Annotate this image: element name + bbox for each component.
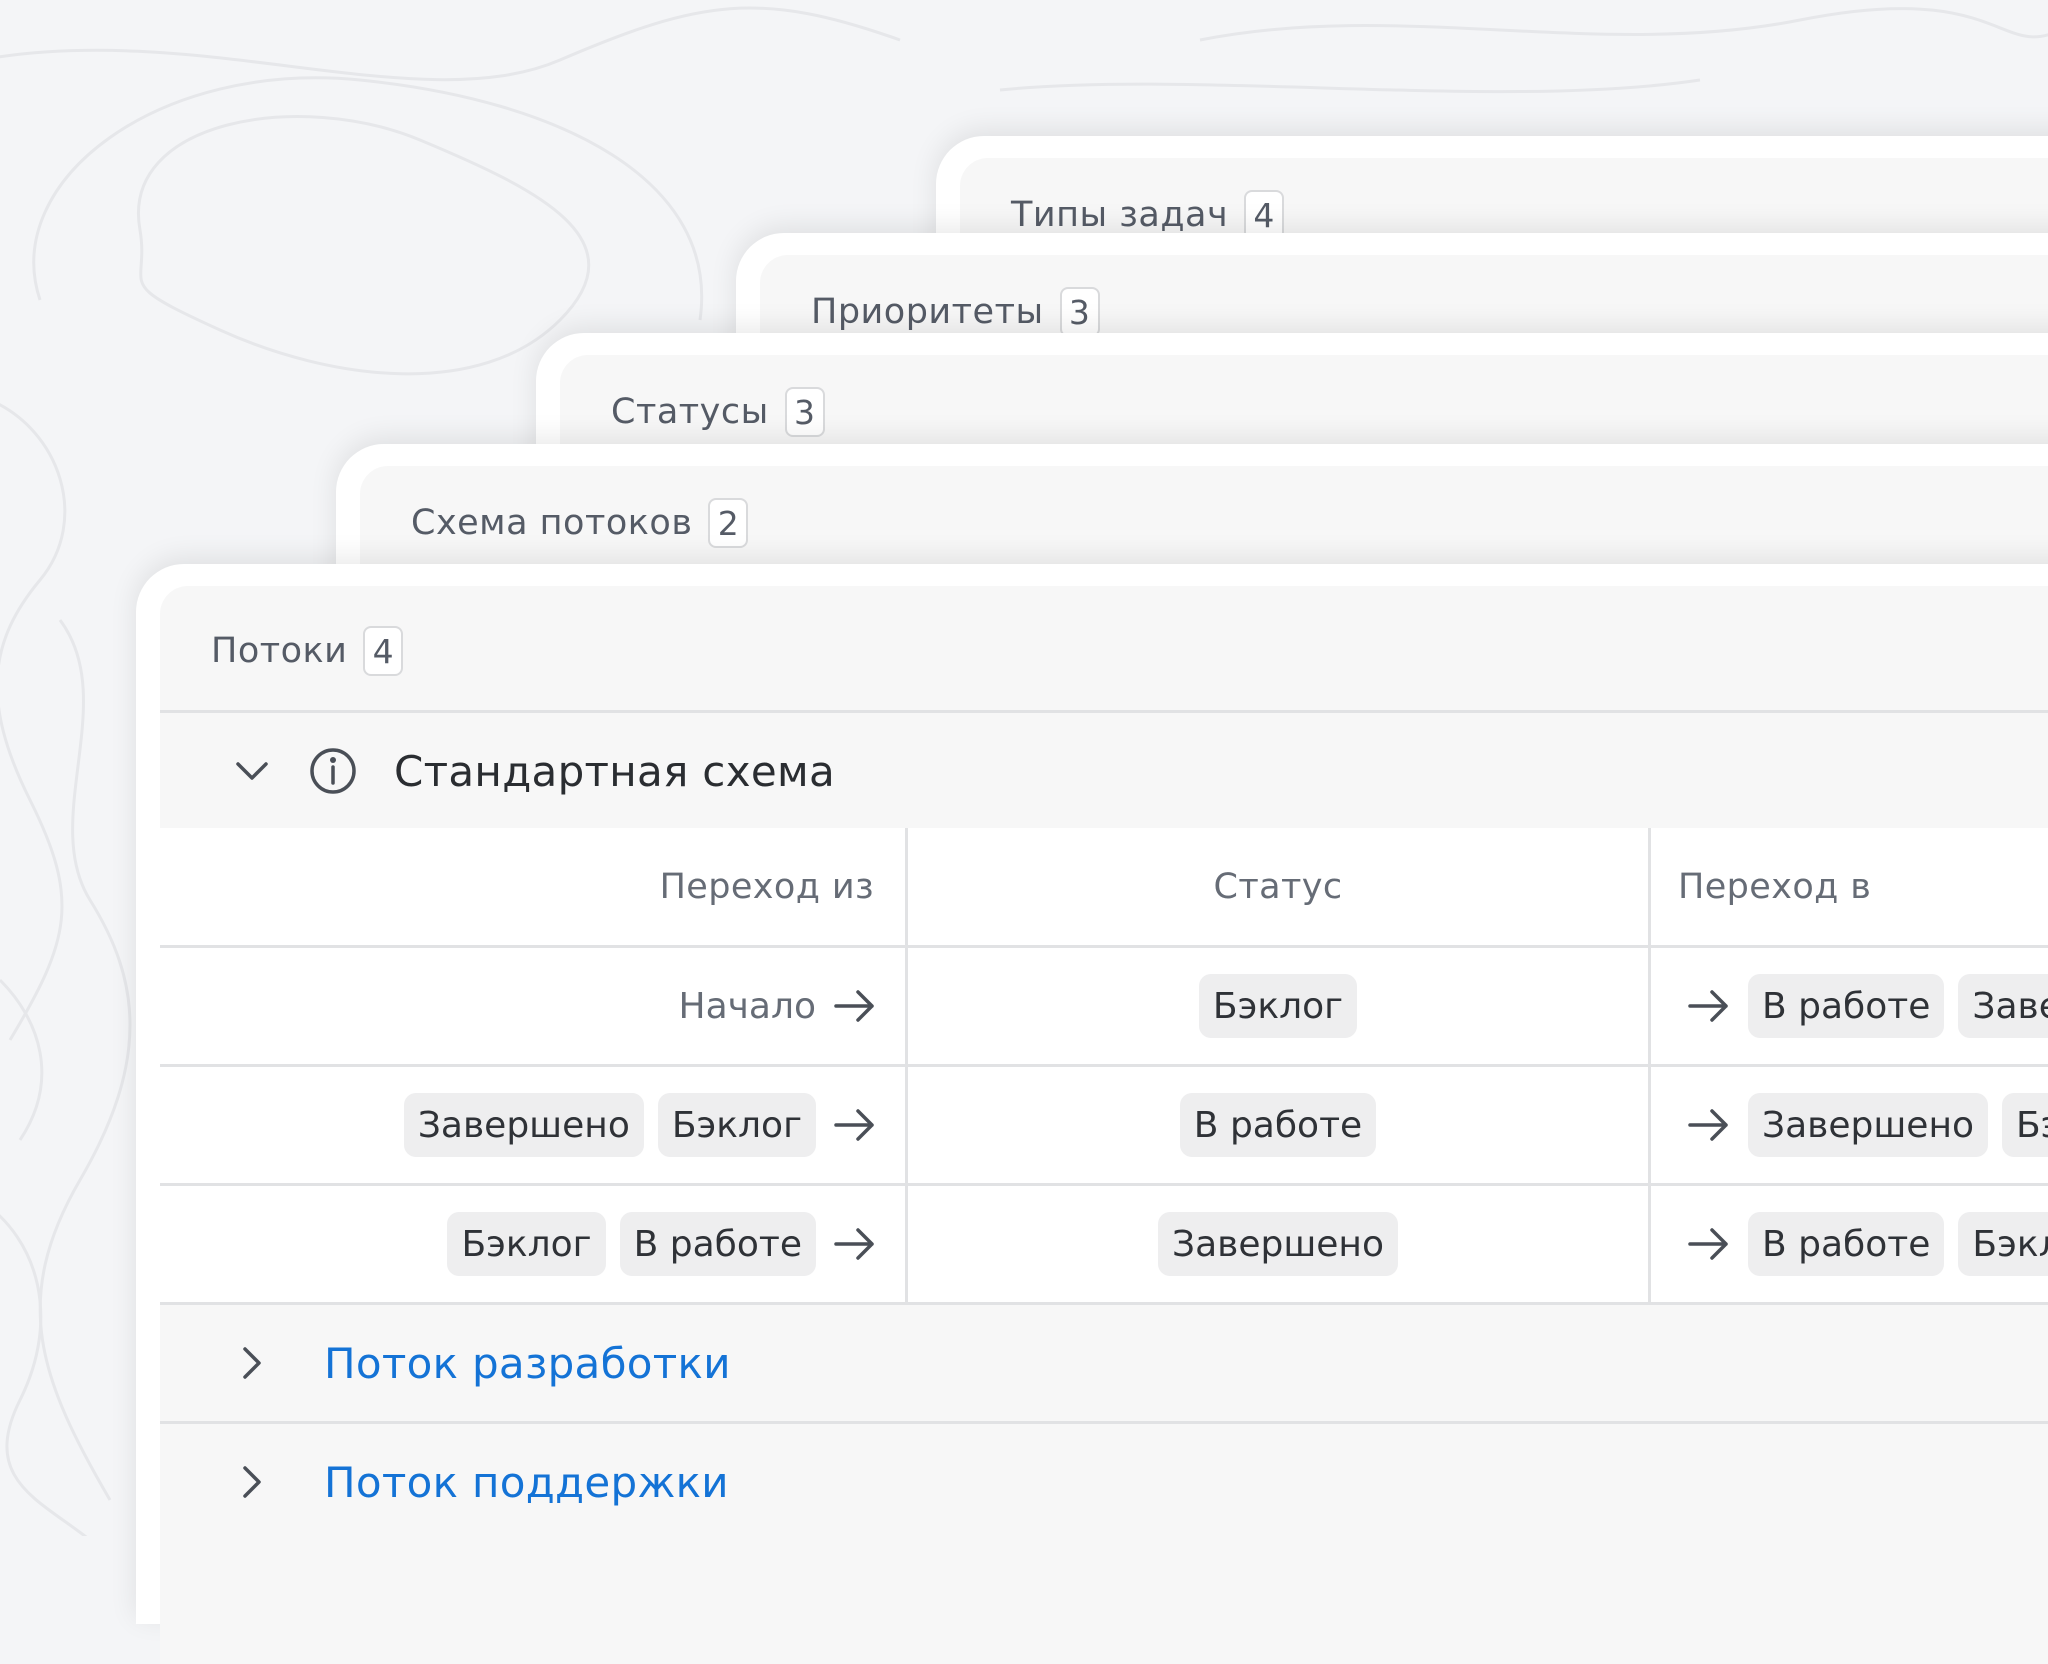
table-row-1-from: Начало <box>160 948 880 1064</box>
arrow-right-icon <box>1688 1109 1728 1141</box>
status-chip[interactable]: Бэклог <box>1198 974 1358 1038</box>
transitions-table: Переход из Статус Переход в Начало Бэкло… <box>160 828 2048 1305</box>
card-priorities-title: Приоритеты <box>811 292 1044 332</box>
card-priorities-count: 3 <box>1059 287 1100 337</box>
flow-section-standard-title: Стандартная схема <box>394 746 836 796</box>
column-header-status-label: Статус <box>1213 866 1343 907</box>
card-flows: Потоки 4 Стандартная схема Переход из Ст… <box>136 564 2048 1664</box>
transition-start-label: Начало <box>678 985 817 1027</box>
card-statuses-header[interactable]: Статусы 3 <box>611 387 825 437</box>
chevron-down-icon[interactable] <box>230 749 274 793</box>
status-chip[interactable]: Завершено <box>403 1093 644 1157</box>
flow-section-support[interactable]: Поток поддержки <box>160 1424 2048 1540</box>
chevron-right-icon[interactable] <box>230 1460 274 1504</box>
column-header-to-label: Переход в <box>1678 866 1872 907</box>
arrow-right-icon <box>1688 990 1728 1022</box>
status-chip[interactable]: Бэклог <box>657 1093 816 1157</box>
info-icon[interactable] <box>308 746 358 796</box>
card-flows-title: Потоки <box>211 631 348 671</box>
status-chip[interactable]: Бэклог <box>447 1212 606 1276</box>
status-chip[interactable]: В работе <box>1748 974 1945 1038</box>
card-flows-count: 4 <box>363 626 404 676</box>
column-header-from: Переход из <box>160 828 874 945</box>
status-chip[interactable]: В работе <box>1748 1212 1945 1276</box>
table-row-2-to: Завершено Бэ <box>1684 1067 2048 1183</box>
flow-section-support-title[interactable]: Поток поддержки <box>324 1458 729 1507</box>
column-header-status: Статус <box>908 828 1648 945</box>
status-chip[interactable]: Бэкл <box>1958 1212 2048 1276</box>
table-row-3-status: Завершено <box>908 1186 1648 1302</box>
card-statuses-count: 3 <box>784 387 825 437</box>
arrow-right-icon <box>834 1228 874 1260</box>
status-chip[interactable]: Бэ <box>2002 1093 2048 1157</box>
card-flow-schema-header[interactable]: Схема потоков 2 <box>411 498 749 548</box>
card-priorities-header[interactable]: Приоритеты 3 <box>811 287 1100 337</box>
flow-section-development[interactable]: Поток разработки <box>160 1305 2048 1421</box>
card-statuses-title: Статусы <box>611 392 769 432</box>
card-task-types-title: Типы задач <box>1011 195 1229 235</box>
table-row-2-status: В работе <box>908 1067 1648 1183</box>
arrow-right-icon <box>834 990 874 1022</box>
card-flow-schema-count: 2 <box>708 498 749 548</box>
status-chip[interactable]: В работе <box>619 1212 816 1276</box>
table-row-3-to: В работе Бэкл <box>1684 1186 2048 1302</box>
flow-section-standard[interactable]: Стандартная схема <box>160 713 2048 829</box>
table-row-1-to: В работе Заверш <box>1684 948 2048 1064</box>
column-header-to: Переход в <box>1678 828 1871 945</box>
column-header-from-label: Переход из <box>659 866 874 907</box>
status-chip[interactable]: Завершено <box>1157 1212 1398 1276</box>
table-row-3-from: Бэклог В работе <box>160 1186 880 1302</box>
status-chip[interactable]: Заверш <box>1958 974 2048 1038</box>
card-flows-header[interactable]: Потоки 4 <box>211 626 404 676</box>
status-chip[interactable]: В работе <box>1179 1093 1377 1157</box>
table-row-2-from: Завершено Бэклог <box>160 1067 880 1183</box>
chevron-right-icon[interactable] <box>230 1341 274 1385</box>
arrow-right-icon <box>834 1109 874 1141</box>
table-row-1-status: Бэклог <box>908 948 1648 1064</box>
status-chip[interactable]: Завершено <box>1748 1093 1989 1157</box>
card-flow-schema-title: Схема потоков <box>411 503 693 543</box>
arrow-right-icon <box>1688 1228 1728 1260</box>
flow-section-development-title[interactable]: Поток разработки <box>324 1339 731 1388</box>
